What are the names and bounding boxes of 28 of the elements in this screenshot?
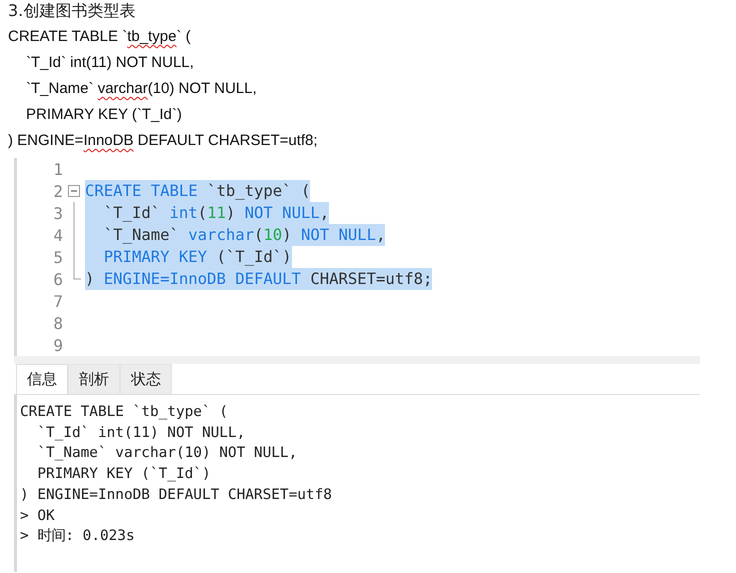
line-number: 2 bbox=[52, 182, 63, 200]
fold-collapse-icon[interactable] bbox=[68, 185, 80, 197]
tab[interactable]: 剖析 bbox=[68, 364, 120, 394]
line-number: 3 bbox=[52, 204, 63, 222]
fold-end-line bbox=[73, 268, 81, 280]
tab[interactable]: 信息 bbox=[16, 364, 68, 394]
tab[interactable]: 状态 bbox=[120, 364, 172, 394]
output-line: > 时间: 0.023s bbox=[20, 527, 136, 546]
line-number: 8 bbox=[52, 314, 63, 332]
line-number: 5 bbox=[52, 248, 63, 266]
code-text-line: PRIMARY KEY (`T_Id`) bbox=[25, 105, 183, 125]
output-line: ) ENGINE=InnoDB DEFAULT CHARSET=utf8 bbox=[20, 486, 333, 505]
output-line: `T_Name` varchar(10) NOT NULL, bbox=[36, 444, 298, 464]
line-number: 1 bbox=[52, 160, 63, 178]
line-number: 9 bbox=[52, 336, 63, 354]
output-line: PRIMARY KEY (`T_Id`) bbox=[36, 465, 212, 484]
output-line: CREATE TABLE `tb_type` ( bbox=[20, 403, 229, 422]
line-number: 7 bbox=[52, 292, 63, 310]
code-text-line: `T_Id` int(11) NOT NULL, bbox=[25, 53, 195, 73]
section-heading: 3.创建图书类型表 bbox=[8, 0, 136, 22]
output-line: `T_Id` int(11) NOT NULL, bbox=[36, 424, 246, 443]
code-text-line: `T_Name` varchar(10) NOT NULL, bbox=[25, 79, 258, 99]
code-editor[interactable]: 1 2 CREATE TABLE `tb_type` ( 3 `T_Id` int(11) NOT NULL, 4 `T_Name` varchar(10) NOT NULL, 5 PRIMARY KEY (`T_Id`) 6 ) ENGINE=InnoDB DEFAULT CHARSET=utf8; 7 8 9 bbox=[14, 158, 700, 356]
line-number: 4 bbox=[52, 226, 63, 244]
code-text-line: CREATE TABLE `tb_type` ( bbox=[8, 27, 192, 47]
line-number: 6 bbox=[52, 270, 63, 288]
output-line: > OK bbox=[20, 506, 56, 526]
code-text-line: ) ENGINE=InnoDB DEFAULT CHARSET=utf8; bbox=[8, 131, 319, 151]
